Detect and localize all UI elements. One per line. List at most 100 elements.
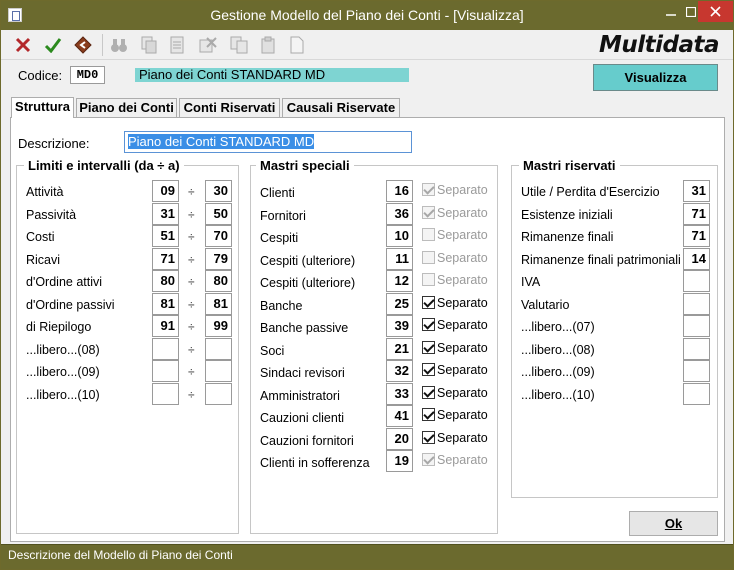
mastro-speciale-field[interactable]: 20 xyxy=(386,427,413,450)
limiti-from-field[interactable]: 31 xyxy=(152,202,179,225)
limiti-to-field[interactable]: 80 xyxy=(205,270,232,292)
limiti-to-field[interactable] xyxy=(205,337,232,360)
duplicate-icon[interactable] xyxy=(227,33,251,57)
mastro-speciale-label: Cespiti (ulteriore) xyxy=(260,253,356,268)
limiti-row-label: ...libero...(09) xyxy=(26,365,100,379)
visualizza-mode-button[interactable]: Visualizza xyxy=(593,64,718,91)
delete-record-icon[interactable] xyxy=(196,33,220,57)
document-icon[interactable] xyxy=(165,33,189,57)
separato-label: Separato xyxy=(437,228,488,242)
mastri-riservati-group-title: Mastri riservati xyxy=(519,159,620,173)
limiti-row-label: Costi xyxy=(26,230,55,244)
mastro-speciale-field[interactable]: 12 xyxy=(386,270,413,292)
mastro-riservato-label: IVA xyxy=(521,275,541,289)
mastro-riservato-field[interactable]: 31 xyxy=(683,180,710,202)
separato-checkbox[interactable] xyxy=(422,430,435,444)
toolbar-separator xyxy=(102,34,103,56)
tab-piano-dei-conti[interactable]: Piano dei Conti xyxy=(76,98,177,117)
mastro-speciale-field[interactable]: 36 xyxy=(386,202,413,225)
mastro-riservato-label: Valutario xyxy=(521,297,570,312)
mastro-speciale-field[interactable]: 32 xyxy=(386,360,413,382)
limiti-from-field[interactable]: 51 xyxy=(152,225,179,247)
tab-causali-riservate[interactable]: Causali Riservate xyxy=(282,98,400,117)
minimize-icon xyxy=(666,14,676,16)
codice-field[interactable]: MD0 xyxy=(70,66,105,84)
limiti-separator: ÷ xyxy=(188,207,195,222)
mastro-speciale-field[interactable]: 10 xyxy=(386,225,413,247)
new-document-icon[interactable] xyxy=(285,33,309,57)
mastro-speciale-label: Sindaci revisori xyxy=(260,366,345,380)
limiti-to-field[interactable]: 99 xyxy=(205,315,232,337)
separato-checkbox xyxy=(422,273,435,286)
separato-checkbox[interactable] xyxy=(422,340,435,354)
limiti-separator: ÷ xyxy=(188,230,195,244)
mastro-riservato-field[interactable]: 14 xyxy=(683,247,710,270)
mastro-riservato-field[interactable]: 71 xyxy=(683,202,710,225)
mastro-speciale-label: Cespiti (ulteriore) xyxy=(260,276,356,290)
toolbar: Multidata xyxy=(1,30,733,60)
mastro-riservato-field[interactable]: 71 xyxy=(683,225,710,247)
mastro-riservato-field[interactable] xyxy=(683,315,710,337)
limiti-separator: ÷ xyxy=(188,297,195,312)
back-icon[interactable] xyxy=(71,33,95,57)
limiti-from-field[interactable] xyxy=(152,360,179,382)
piano-name-display: Piano dei Conti STANDARD MD xyxy=(135,68,409,82)
separato-checkbox xyxy=(422,183,435,196)
limiti-to-field[interactable]: 30 xyxy=(205,180,232,202)
confirm-icon[interactable] xyxy=(41,33,65,57)
separato-checkbox xyxy=(422,453,435,466)
mastro-riservato-label: ...libero...(07) xyxy=(521,320,595,334)
mastro-riservato-field[interactable] xyxy=(683,337,710,360)
tab-struttura[interactable]: Struttura xyxy=(11,97,74,118)
mastro-riservato-field[interactable] xyxy=(683,270,710,292)
mastro-speciale-field[interactable]: 33 xyxy=(386,382,413,405)
mastro-speciale-field[interactable]: 41 xyxy=(386,405,413,427)
limiti-from-field[interactable]: 81 xyxy=(152,292,179,315)
limiti-from-field[interactable] xyxy=(152,337,179,360)
limiti-from-field[interactable]: 91 xyxy=(152,315,179,337)
mastro-riservato-label: Utile / Perdita d'Esercizio xyxy=(521,185,660,199)
cancel-icon[interactable] xyxy=(11,33,35,57)
mastro-riservato-label: Esistenze iniziali xyxy=(521,207,613,222)
limiti-group-title: Limiti e intervalli (da ÷ a) xyxy=(24,159,184,173)
mastro-riservato-label: ...libero...(09) xyxy=(521,365,595,379)
limiti-to-field[interactable] xyxy=(205,360,232,382)
status-bar: Descrizione del Modello di Piano dei Con… xyxy=(1,544,733,569)
separato-checkbox[interactable] xyxy=(422,385,435,399)
mastro-speciale-field[interactable]: 39 xyxy=(386,315,413,337)
mastro-riservato-field[interactable] xyxy=(683,292,710,315)
limiti-from-field[interactable] xyxy=(152,382,179,405)
close-window-button[interactable] xyxy=(698,1,733,22)
mastro-speciale-field[interactable]: 19 xyxy=(386,450,413,472)
mastro-speciale-field[interactable]: 21 xyxy=(386,337,413,360)
descrizione-input[interactable]: Piano dei Conti STANDARD MD xyxy=(124,131,412,153)
mastro-speciale-field[interactable]: 25 xyxy=(386,292,413,315)
limiti-from-field[interactable]: 09 xyxy=(152,180,179,202)
app-window: Gestione Modello del Piano dei Conti - [… xyxy=(0,0,734,570)
limiti-to-field[interactable]: 50 xyxy=(205,202,232,225)
limiti-from-field[interactable]: 71 xyxy=(152,247,179,270)
separato-checkbox[interactable] xyxy=(422,408,435,421)
copy-record-icon[interactable] xyxy=(137,33,161,57)
limiti-to-field[interactable]: 79 xyxy=(205,247,232,270)
mastro-speciale-field[interactable]: 11 xyxy=(386,247,413,270)
mastro-speciale-field[interactable]: 16 xyxy=(386,180,413,202)
separato-label: Separato xyxy=(437,385,488,400)
limiti-from-field[interactable]: 80 xyxy=(152,270,179,292)
separato-checkbox[interactable] xyxy=(422,363,435,376)
limiti-to-field[interactable]: 81 xyxy=(205,292,232,315)
tab-conti-riservati[interactable]: Conti Riservati xyxy=(179,98,280,117)
separato-checkbox[interactable] xyxy=(422,295,435,309)
separato-checkbox[interactable] xyxy=(422,318,435,331)
clipboard-icon[interactable] xyxy=(256,33,280,57)
mastro-riservato-field[interactable] xyxy=(683,382,710,405)
mastro-speciale-label: Soci xyxy=(260,343,285,358)
limiti-separator: ÷ xyxy=(188,365,195,379)
limiti-to-field[interactable] xyxy=(205,382,232,405)
title-bar[interactable]: Gestione Modello del Piano dei Conti - [… xyxy=(1,1,733,30)
mastro-speciale-label: Banche passive xyxy=(260,321,349,335)
mastro-riservato-field[interactable] xyxy=(683,360,710,382)
ok-button[interactable]: Ok xyxy=(629,511,718,536)
binoculars-icon[interactable] xyxy=(107,33,131,57)
limiti-to-field[interactable]: 70 xyxy=(205,225,232,247)
